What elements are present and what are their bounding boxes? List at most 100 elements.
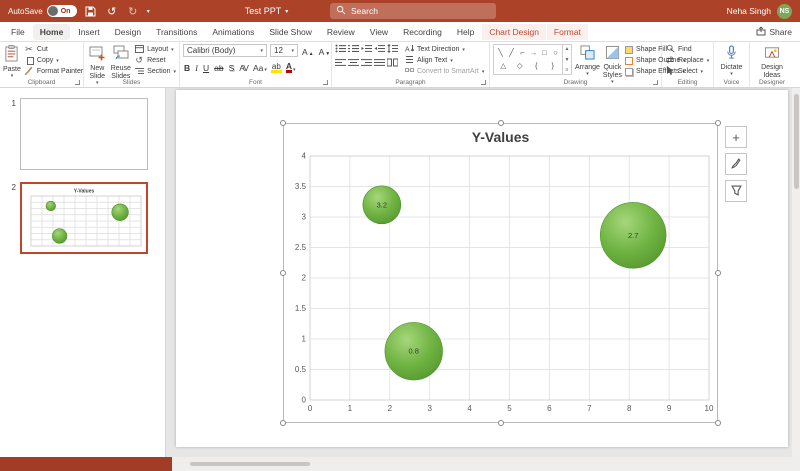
chart-resize-handle[interactable] [497, 120, 504, 126]
chart-resize-handle[interactable] [497, 420, 504, 426]
bubble-chart-plot[interactable]: 0 1 2 3 4 5 6 7 8 9 10 0 0.5 1 1.5 2 2.5 3 3.5 4 3.2 2.7 0.8 [284, 150, 717, 418]
format-painter-button[interactable]: Format Painter [24, 66, 83, 76]
shrink-font-button[interactable]: A ▼ [318, 44, 332, 57]
tab-review[interactable]: Review [320, 24, 362, 40]
shape-diamond-icon[interactable]: ◇ [515, 61, 525, 71]
align-text-button[interactable]: Align Text ▾ [404, 56, 484, 65]
highlight-color-button[interactable]: ab [270, 60, 282, 73]
tab-chart-design[interactable]: Chart Design [482, 23, 546, 40]
clipboard-dialog-launcher-icon[interactable] [75, 80, 80, 85]
tab-design[interactable]: Design [108, 24, 148, 40]
shapes-gallery[interactable]: ╲ ╱ ⌐ → □ ○ △ ◇ { } [493, 44, 563, 75]
section-button[interactable]: Section ▾ [134, 67, 176, 76]
shape-oval-icon[interactable]: ○ [551, 48, 561, 58]
tab-insert[interactable]: Insert [71, 24, 106, 40]
slide-canvas[interactable]: Y-Values 0 1 2 3 4 5 6 7 8 9 10 0 0.5 1 1.5 2 2.5 3 3.5 4 3.… [176, 90, 788, 447]
chart-resize-handle[interactable] [280, 120, 286, 126]
autosave-toggle[interactable]: On [46, 5, 77, 17]
change-case-button[interactable]: Aa ▾ [252, 60, 268, 73]
align-center-button[interactable] [348, 58, 359, 69]
vertical-scrollbar-thumb[interactable] [794, 94, 799, 189]
bold-button[interactable]: B [183, 60, 191, 73]
save-icon[interactable] [84, 3, 98, 19]
chart-resize-handle[interactable] [715, 270, 721, 276]
character-spacing-button[interactable]: AV [238, 60, 249, 73]
font-dialog-launcher-icon[interactable] [323, 80, 328, 85]
paste-button[interactable]: Paste ▾ [3, 44, 21, 79]
quick-access-caret-icon[interactable]: ▾ [147, 8, 150, 15]
chart-resize-handle[interactable] [715, 120, 721, 126]
chart-resize-handle[interactable] [280, 420, 286, 426]
grow-font-button[interactable]: A ▲ [301, 44, 315, 57]
text-shadow-button[interactable]: S [228, 60, 236, 73]
shape-triangle-icon[interactable]: △ [498, 61, 508, 71]
chart-styles-button[interactable] [725, 153, 747, 175]
design-ideas-button[interactable]: Design Ideas [753, 44, 791, 79]
chart-title[interactable]: Y-Values [284, 124, 717, 150]
undo-icon[interactable]: ↺ [105, 3, 119, 19]
tab-slide-show[interactable]: Slide Show [262, 24, 319, 40]
dictate-button[interactable]: Dictate ▾ [717, 44, 746, 77]
bullets-button[interactable] [335, 44, 346, 55]
shape-line-icon[interactable]: ╲ [496, 48, 506, 58]
numbering-button[interactable] [348, 44, 359, 55]
reset-button[interactable]: ↺ Reset [134, 56, 176, 65]
slide1-thumbnail[interactable] [20, 98, 148, 170]
underline-button[interactable]: U [202, 60, 210, 73]
tab-animations[interactable]: Animations [205, 24, 261, 40]
quick-styles-button[interactable]: Quick Styles ▾ [603, 44, 622, 85]
decrease-indent-button[interactable] [361, 44, 372, 55]
arrange-button[interactable]: Arrange ▾ [575, 44, 600, 77]
chart-elements-button[interactable]: + [725, 126, 747, 148]
share-button[interactable]: Share [756, 26, 796, 38]
align-right-button[interactable] [361, 58, 372, 69]
copy-button[interactable]: Copy ▾ [24, 55, 83, 66]
columns-button[interactable] [386, 58, 399, 69]
tab-file[interactable]: File [4, 24, 32, 40]
document-title[interactable]: Test PPT ▾ [245, 6, 289, 16]
shapes-gallery-scroll[interactable]: ▲ ▼ ≡ [563, 44, 572, 75]
convert-to-smartart-button[interactable]: Convert to SmartArt ▾ [404, 67, 484, 76]
align-left-button[interactable] [335, 58, 346, 69]
increase-indent-button[interactable] [374, 44, 385, 55]
layout-button[interactable]: Layout ▾ [134, 44, 176, 54]
chart-resize-handle[interactable] [280, 270, 286, 276]
horizontal-scrollbar-thumb[interactable] [190, 462, 310, 466]
shape-brace-right-icon[interactable]: } [548, 61, 558, 71]
font-name-combo[interactable]: Calibri (Body) ▾ [183, 44, 267, 57]
shape-rect-icon[interactable]: □ [540, 48, 550, 58]
search-bar[interactable]: Search [330, 3, 496, 19]
chart-resize-handle[interactable] [715, 420, 721, 426]
tab-help[interactable]: Help [450, 24, 481, 40]
tab-format[interactable]: Format [546, 23, 588, 40]
tab-transitions[interactable]: Transitions [149, 24, 204, 40]
slide2-thumbnail[interactable]: Y-Values [20, 182, 148, 254]
font-color-button[interactable]: A ▾ [285, 60, 297, 73]
new-slide-button[interactable]: New Slide ▾ [87, 44, 108, 86]
reuse-slides-button[interactable]: Reuse Slides [111, 44, 132, 80]
font-size-combo[interactable]: 12 ▾ [270, 44, 298, 57]
line-spacing-button[interactable] [387, 44, 398, 55]
chart-filters-button[interactable] [725, 180, 747, 202]
tab-view[interactable]: View [363, 24, 395, 40]
slide-editor[interactable]: Y-Values 0 1 2 3 4 5 6 7 8 9 10 0 0.5 1 1.5 2 2.5 3 3.5 4 3.… [166, 88, 800, 457]
find-button[interactable]: Find [665, 44, 709, 54]
select-button[interactable]: Select ▾ [665, 66, 709, 76]
user-name[interactable]: Neha Singh [727, 6, 771, 16]
redo-icon[interactable]: ↻ [126, 3, 140, 19]
text-direction-button[interactable]: A Text Direction ▾ [404, 45, 484, 54]
autosave-control[interactable]: AutoSave On [8, 5, 77, 17]
chart-object[interactable]: Y-Values 0 1 2 3 4 5 6 7 8 9 10 0 0.5 1 1.5 2 2.5 3 3.5 4 3.… [280, 120, 721, 426]
avatar[interactable]: NS [777, 3, 792, 19]
cut-button[interactable]: ✂ Cut [24, 45, 83, 54]
replace-button[interactable]: ⇄ Replace ▾ [665, 56, 709, 65]
justify-button[interactable] [374, 58, 385, 69]
tab-recording[interactable]: Recording [396, 24, 449, 40]
strikethrough-button[interactable]: ab [213, 60, 224, 73]
shape-arrow-icon[interactable]: → [529, 48, 539, 58]
drawing-dialog-launcher-icon[interactable] [653, 80, 658, 85]
shape-brace-left-icon[interactable]: { [531, 61, 541, 71]
vertical-scrollbar[interactable] [792, 88, 800, 457]
shape-line2-icon[interactable]: ╱ [507, 48, 517, 58]
paragraph-dialog-launcher-icon[interactable] [481, 80, 486, 85]
